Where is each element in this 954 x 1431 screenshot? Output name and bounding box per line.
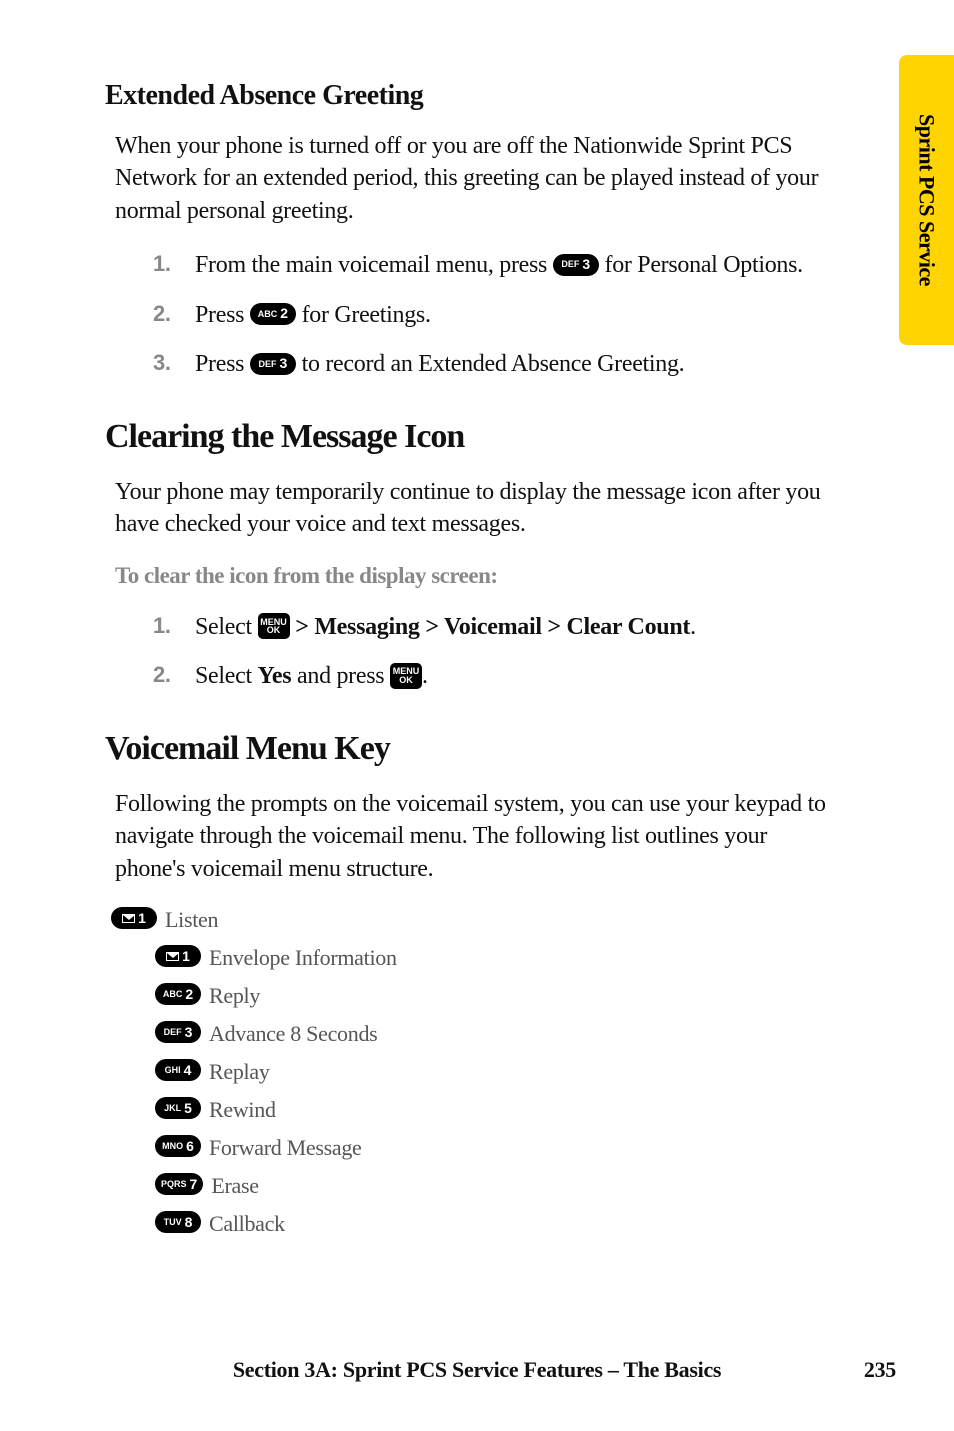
key-tuv8-icon: TUV8	[155, 1211, 201, 1233]
steps-clearing: 1. Select MENUOK > Messaging > Voicemail…	[153, 611, 840, 694]
tree-label: Listen	[165, 907, 218, 933]
key-abc2-icon: ABC2	[250, 303, 296, 325]
step-text-cont: and press	[291, 663, 390, 689]
tree-label: Forward Message	[209, 1135, 362, 1161]
tree-label: Rewind	[209, 1097, 276, 1123]
tree-item-advance: DEF3 Advance 8 Seconds	[155, 1021, 840, 1047]
page-content: Extended Absence Greeting When your phon…	[0, 0, 954, 1237]
heading-clearing: Clearing the Message Icon	[105, 418, 840, 456]
step-text: Select	[195, 614, 258, 640]
step-text: Press	[195, 351, 250, 377]
step-1: 1. From the main voicemail menu, press D…	[153, 249, 840, 283]
key-mno6-icon: MNO6	[155, 1135, 201, 1157]
step-text-end: .	[422, 663, 428, 689]
tree-item-replay: GHI4 Replay	[155, 1059, 840, 1085]
step-text: Press	[195, 302, 250, 328]
key-def3-icon: DEF3	[250, 353, 296, 375]
steps-ext-absence: 1. From the main voicemail menu, press D…	[153, 249, 840, 382]
key-ghi4-icon: GHI4	[155, 1059, 201, 1081]
step-1: 1. Select MENUOK > Messaging > Voicemail…	[153, 611, 840, 645]
footer-text: Section 3A: Sprint PCS Service Features …	[233, 1357, 721, 1382]
tree-label: Callback	[209, 1211, 285, 1237]
key-menu-ok-icon: MENUOK	[390, 663, 422, 689]
key-def3-icon: DEF3	[553, 254, 599, 276]
tree-item-erase: PQRS7 Erase	[155, 1173, 840, 1199]
step-number: 3.	[153, 348, 171, 379]
step-text-cont: .	[690, 614, 696, 640]
key-def3-icon: DEF3	[155, 1021, 201, 1043]
mail-icon	[166, 952, 179, 961]
step-text: From the main voicemail menu, press	[195, 252, 553, 278]
step-text-bold: Yes	[258, 663, 292, 689]
page-number: 235	[864, 1357, 896, 1383]
step-2: 2. Select Yes and press MENUOK.	[153, 660, 840, 694]
step-3: 3. Press DEF3 to record an Extended Abse…	[153, 348, 840, 382]
key-menu-ok-icon: MENUOK	[258, 613, 290, 639]
tree-item-reply: ABC2 Reply	[155, 983, 840, 1009]
key-pqrs7-icon: PQRS7	[155, 1173, 203, 1195]
step-number: 2.	[153, 660, 171, 691]
tree-label: Reply	[209, 983, 260, 1009]
paragraph-ext-absence: When your phone is turned off or you are…	[115, 130, 840, 227]
subhead-clearing: To clear the icon from the display scree…	[115, 563, 840, 589]
tree-item-callback: TUV8 Callback	[155, 1211, 840, 1237]
tree-label: Erase	[211, 1173, 258, 1199]
tree-label: Advance 8 Seconds	[209, 1021, 377, 1047]
tree-item-rewind: JKL5 Rewind	[155, 1097, 840, 1123]
heading-vmkey: Voicemail Menu Key	[105, 730, 840, 768]
tree-item-envelope: 1 Envelope Information	[155, 945, 840, 971]
step-2: 2. Press ABC2 for Greetings.	[153, 299, 840, 333]
step-text: Select	[195, 663, 258, 689]
step-number: 1.	[153, 249, 171, 280]
key-mail1-icon: 1	[111, 907, 157, 929]
mail-icon	[122, 914, 135, 923]
tree-item-forward: MNO6 Forward Message	[155, 1135, 840, 1161]
step-number: 1.	[153, 611, 171, 642]
step-text-cont: for Greetings.	[296, 302, 431, 328]
key-mail1-icon: 1	[155, 945, 201, 967]
paragraph-vmkey: Following the prompts on the voicemail s…	[115, 788, 840, 885]
key-jkl5-icon: JKL5	[155, 1097, 201, 1119]
step-text-bold: > Messaging > Voicemail > Clear Count	[290, 614, 691, 640]
step-number: 2.	[153, 299, 171, 330]
key-abc2-icon: ABC2	[155, 983, 201, 1005]
paragraph-clearing: Your phone may temporarily continue to d…	[115, 476, 840, 541]
tree-label: Envelope Information	[209, 945, 397, 971]
heading-extended-absence: Extended Absence Greeting	[105, 80, 840, 112]
step-text-cont: for Personal Options.	[599, 252, 803, 278]
step-text-cont: to record an Extended Absence Greeting.	[296, 351, 685, 377]
tree-label: Replay	[209, 1059, 270, 1085]
page-footer: Section 3A: Sprint PCS Service Features …	[0, 1357, 954, 1383]
voicemail-menu-tree: 1 Listen 1 Envelope Information ABC2 Rep…	[105, 907, 840, 1237]
tree-item-listen: 1 Listen	[111, 907, 840, 933]
